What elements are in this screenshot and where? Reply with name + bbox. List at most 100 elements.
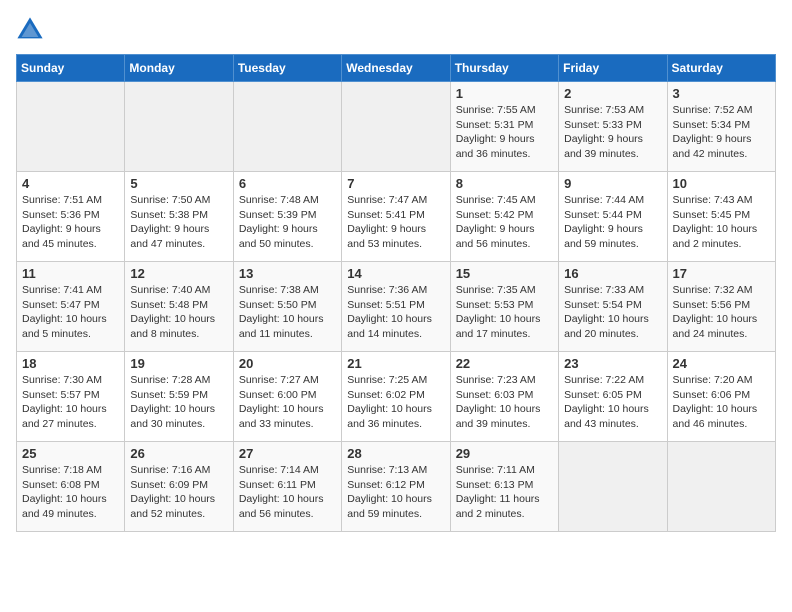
cell-content: Sunrise: 7:20 AM Sunset: 6:06 PM Dayligh… (673, 373, 770, 432)
cell-content: Sunrise: 7:33 AM Sunset: 5:54 PM Dayligh… (564, 283, 661, 342)
day-number: 6 (239, 176, 336, 191)
calendar-cell: 3 Sunrise: 7:52 AM Sunset: 5:34 PM Daylig… (667, 82, 775, 172)
cell-content: Sunrise: 7:53 AM Sunset: 5:33 PM Dayligh… (564, 103, 661, 162)
header-thursday: Thursday (450, 55, 558, 82)
calendar-cell (559, 442, 667, 532)
day-number: 23 (564, 356, 661, 371)
calendar-cell: 26 Sunrise: 7:16 AM Sunset: 6:09 PM Dayli… (125, 442, 233, 532)
day-number: 22 (456, 356, 553, 371)
header-row: Sunday Monday Tuesday Wednesday Thursday… (17, 55, 776, 82)
logo (16, 16, 48, 44)
calendar-cell (342, 82, 450, 172)
page-header (16, 16, 776, 44)
calendar-cell: 11 Sunrise: 7:41 AM Sunset: 5:47 PM Dayli… (17, 262, 125, 352)
day-number: 27 (239, 446, 336, 461)
header-saturday: Saturday (667, 55, 775, 82)
day-number: 16 (564, 266, 661, 281)
cell-content: Sunrise: 7:52 AM Sunset: 5:34 PM Dayligh… (673, 103, 770, 162)
cell-content: Sunrise: 7:47 AM Sunset: 5:41 PM Dayligh… (347, 193, 444, 252)
calendar-cell: 27 Sunrise: 7:14 AM Sunset: 6:11 PM Dayli… (233, 442, 341, 532)
cell-content: Sunrise: 7:25 AM Sunset: 6:02 PM Dayligh… (347, 373, 444, 432)
calendar-cell: 8 Sunrise: 7:45 AM Sunset: 5:42 PM Daylig… (450, 172, 558, 262)
day-number: 29 (456, 446, 553, 461)
cell-content: Sunrise: 7:27 AM Sunset: 6:00 PM Dayligh… (239, 373, 336, 432)
calendar-cell: 15 Sunrise: 7:35 AM Sunset: 5:53 PM Dayli… (450, 262, 558, 352)
calendar-cell: 7 Sunrise: 7:47 AM Sunset: 5:41 PM Daylig… (342, 172, 450, 262)
day-number: 3 (673, 86, 770, 101)
calendar-cell: 1 Sunrise: 7:55 AM Sunset: 5:31 PM Daylig… (450, 82, 558, 172)
cell-content: Sunrise: 7:51 AM Sunset: 5:36 PM Dayligh… (22, 193, 119, 252)
calendar-cell: 22Sunrise: 7:23 AM Sunset: 6:03 PM Dayli… (450, 352, 558, 442)
calendar-cell: 18 Sunrise: 7:30 AM Sunset: 5:57 PM Dayli… (17, 352, 125, 442)
cell-content: Sunrise: 7:48 AM Sunset: 5:39 PM Dayligh… (239, 193, 336, 252)
cell-content: Sunrise: 7:38 AM Sunset: 5:50 PM Dayligh… (239, 283, 336, 342)
calendar-cell: 5 Sunrise: 7:50 AM Sunset: 5:38 PM Daylig… (125, 172, 233, 262)
cell-content: Sunrise: 7:41 AM Sunset: 5:47 PM Dayligh… (22, 283, 119, 342)
calendar-cell: 4Sunrise: 7:51 AM Sunset: 5:36 PM Daylig… (17, 172, 125, 262)
day-number: 7 (347, 176, 444, 191)
cell-content: Sunrise: 7:30 AM Sunset: 5:57 PM Dayligh… (22, 373, 119, 432)
cell-content: Sunrise: 7:22 AM Sunset: 6:05 PM Dayligh… (564, 373, 661, 432)
calendar-table: Sunday Monday Tuesday Wednesday Thursday… (16, 54, 776, 532)
calendar-cell: 16 Sunrise: 7:33 AM Sunset: 5:54 PM Dayli… (559, 262, 667, 352)
calendar-cell: 14Sunrise: 7:36 AM Sunset: 5:51 PM Dayli… (342, 262, 450, 352)
calendar-cell: 2 Sunrise: 7:53 AM Sunset: 5:33 PM Daylig… (559, 82, 667, 172)
calendar-cell: 24 Sunrise: 7:20 AM Sunset: 6:06 PM Dayli… (667, 352, 775, 442)
calendar-body: 1 Sunrise: 7:55 AM Sunset: 5:31 PM Daylig… (17, 82, 776, 532)
day-number: 14 (347, 266, 444, 281)
cell-content: Sunrise: 7:55 AM Sunset: 5:31 PM Dayligh… (456, 103, 553, 162)
day-number: 5 (130, 176, 227, 191)
cell-content: Sunrise: 7:40 AM Sunset: 5:48 PM Dayligh… (130, 283, 227, 342)
day-number: 9 (564, 176, 661, 191)
header-wednesday: Wednesday (342, 55, 450, 82)
week-row-4: 18 Sunrise: 7:30 AM Sunset: 5:57 PM Dayli… (17, 352, 776, 442)
cell-content: Sunrise: 7:18 AM Sunset: 6:08 PM Dayligh… (22, 463, 119, 522)
day-number: 11 (22, 266, 119, 281)
day-number: 17 (673, 266, 770, 281)
day-number: 19 (130, 356, 227, 371)
calendar-cell: 10Sunrise: 7:43 AM Sunset: 5:45 PM Dayli… (667, 172, 775, 262)
week-row-3: 11 Sunrise: 7:41 AM Sunset: 5:47 PM Dayli… (17, 262, 776, 352)
day-number: 10 (673, 176, 770, 191)
calendar-cell (667, 442, 775, 532)
cell-content: Sunrise: 7:14 AM Sunset: 6:11 PM Dayligh… (239, 463, 336, 522)
calendar-cell: 29 Sunrise: 7:11 AM Sunset: 6:13 PM Dayli… (450, 442, 558, 532)
calendar-cell: 9 Sunrise: 7:44 AM Sunset: 5:44 PM Daylig… (559, 172, 667, 262)
calendar-cell: 17 Sunrise: 7:32 AM Sunset: 5:56 PM Dayli… (667, 262, 775, 352)
day-number: 20 (239, 356, 336, 371)
calendar-cell: 13 Sunrise: 7:38 AM Sunset: 5:50 PM Dayli… (233, 262, 341, 352)
day-number: 24 (673, 356, 770, 371)
cell-content: Sunrise: 7:13 AM Sunset: 6:12 PM Dayligh… (347, 463, 444, 522)
calendar-cell: 12Sunrise: 7:40 AM Sunset: 5:48 PM Dayli… (125, 262, 233, 352)
cell-content: Sunrise: 7:50 AM Sunset: 5:38 PM Dayligh… (130, 193, 227, 252)
day-number: 18 (22, 356, 119, 371)
day-number: 15 (456, 266, 553, 281)
calendar-cell (17, 82, 125, 172)
week-row-1: 1 Sunrise: 7:55 AM Sunset: 5:31 PM Daylig… (17, 82, 776, 172)
calendar-cell: 25 Sunrise: 7:18 AM Sunset: 6:08 PM Dayli… (17, 442, 125, 532)
calendar-cell: 6 Sunrise: 7:48 AM Sunset: 5:39 PM Daylig… (233, 172, 341, 262)
week-row-5: 25 Sunrise: 7:18 AM Sunset: 6:08 PM Dayli… (17, 442, 776, 532)
day-number: 13 (239, 266, 336, 281)
day-number: 21 (347, 356, 444, 371)
header-tuesday: Tuesday (233, 55, 341, 82)
cell-content: Sunrise: 7:11 AM Sunset: 6:13 PM Dayligh… (456, 463, 553, 522)
day-number: 8 (456, 176, 553, 191)
calendar-header: Sunday Monday Tuesday Wednesday Thursday… (17, 55, 776, 82)
day-number: 26 (130, 446, 227, 461)
cell-content: Sunrise: 7:16 AM Sunset: 6:09 PM Dayligh… (130, 463, 227, 522)
cell-content: Sunrise: 7:35 AM Sunset: 5:53 PM Dayligh… (456, 283, 553, 342)
week-row-2: 4Sunrise: 7:51 AM Sunset: 5:36 PM Daylig… (17, 172, 776, 262)
day-number: 28 (347, 446, 444, 461)
cell-content: Sunrise: 7:44 AM Sunset: 5:44 PM Dayligh… (564, 193, 661, 252)
header-sunday: Sunday (17, 55, 125, 82)
header-monday: Monday (125, 55, 233, 82)
day-number: 25 (22, 446, 119, 461)
cell-content: Sunrise: 7:32 AM Sunset: 5:56 PM Dayligh… (673, 283, 770, 342)
calendar-cell (233, 82, 341, 172)
day-number: 1 (456, 86, 553, 101)
calendar-cell: 28 Sunrise: 7:13 AM Sunset: 6:12 PM Dayli… (342, 442, 450, 532)
day-number: 2 (564, 86, 661, 101)
cell-content: Sunrise: 7:45 AM Sunset: 5:42 PM Dayligh… (456, 193, 553, 252)
calendar-cell: 21 Sunrise: 7:25 AM Sunset: 6:02 PM Dayli… (342, 352, 450, 442)
